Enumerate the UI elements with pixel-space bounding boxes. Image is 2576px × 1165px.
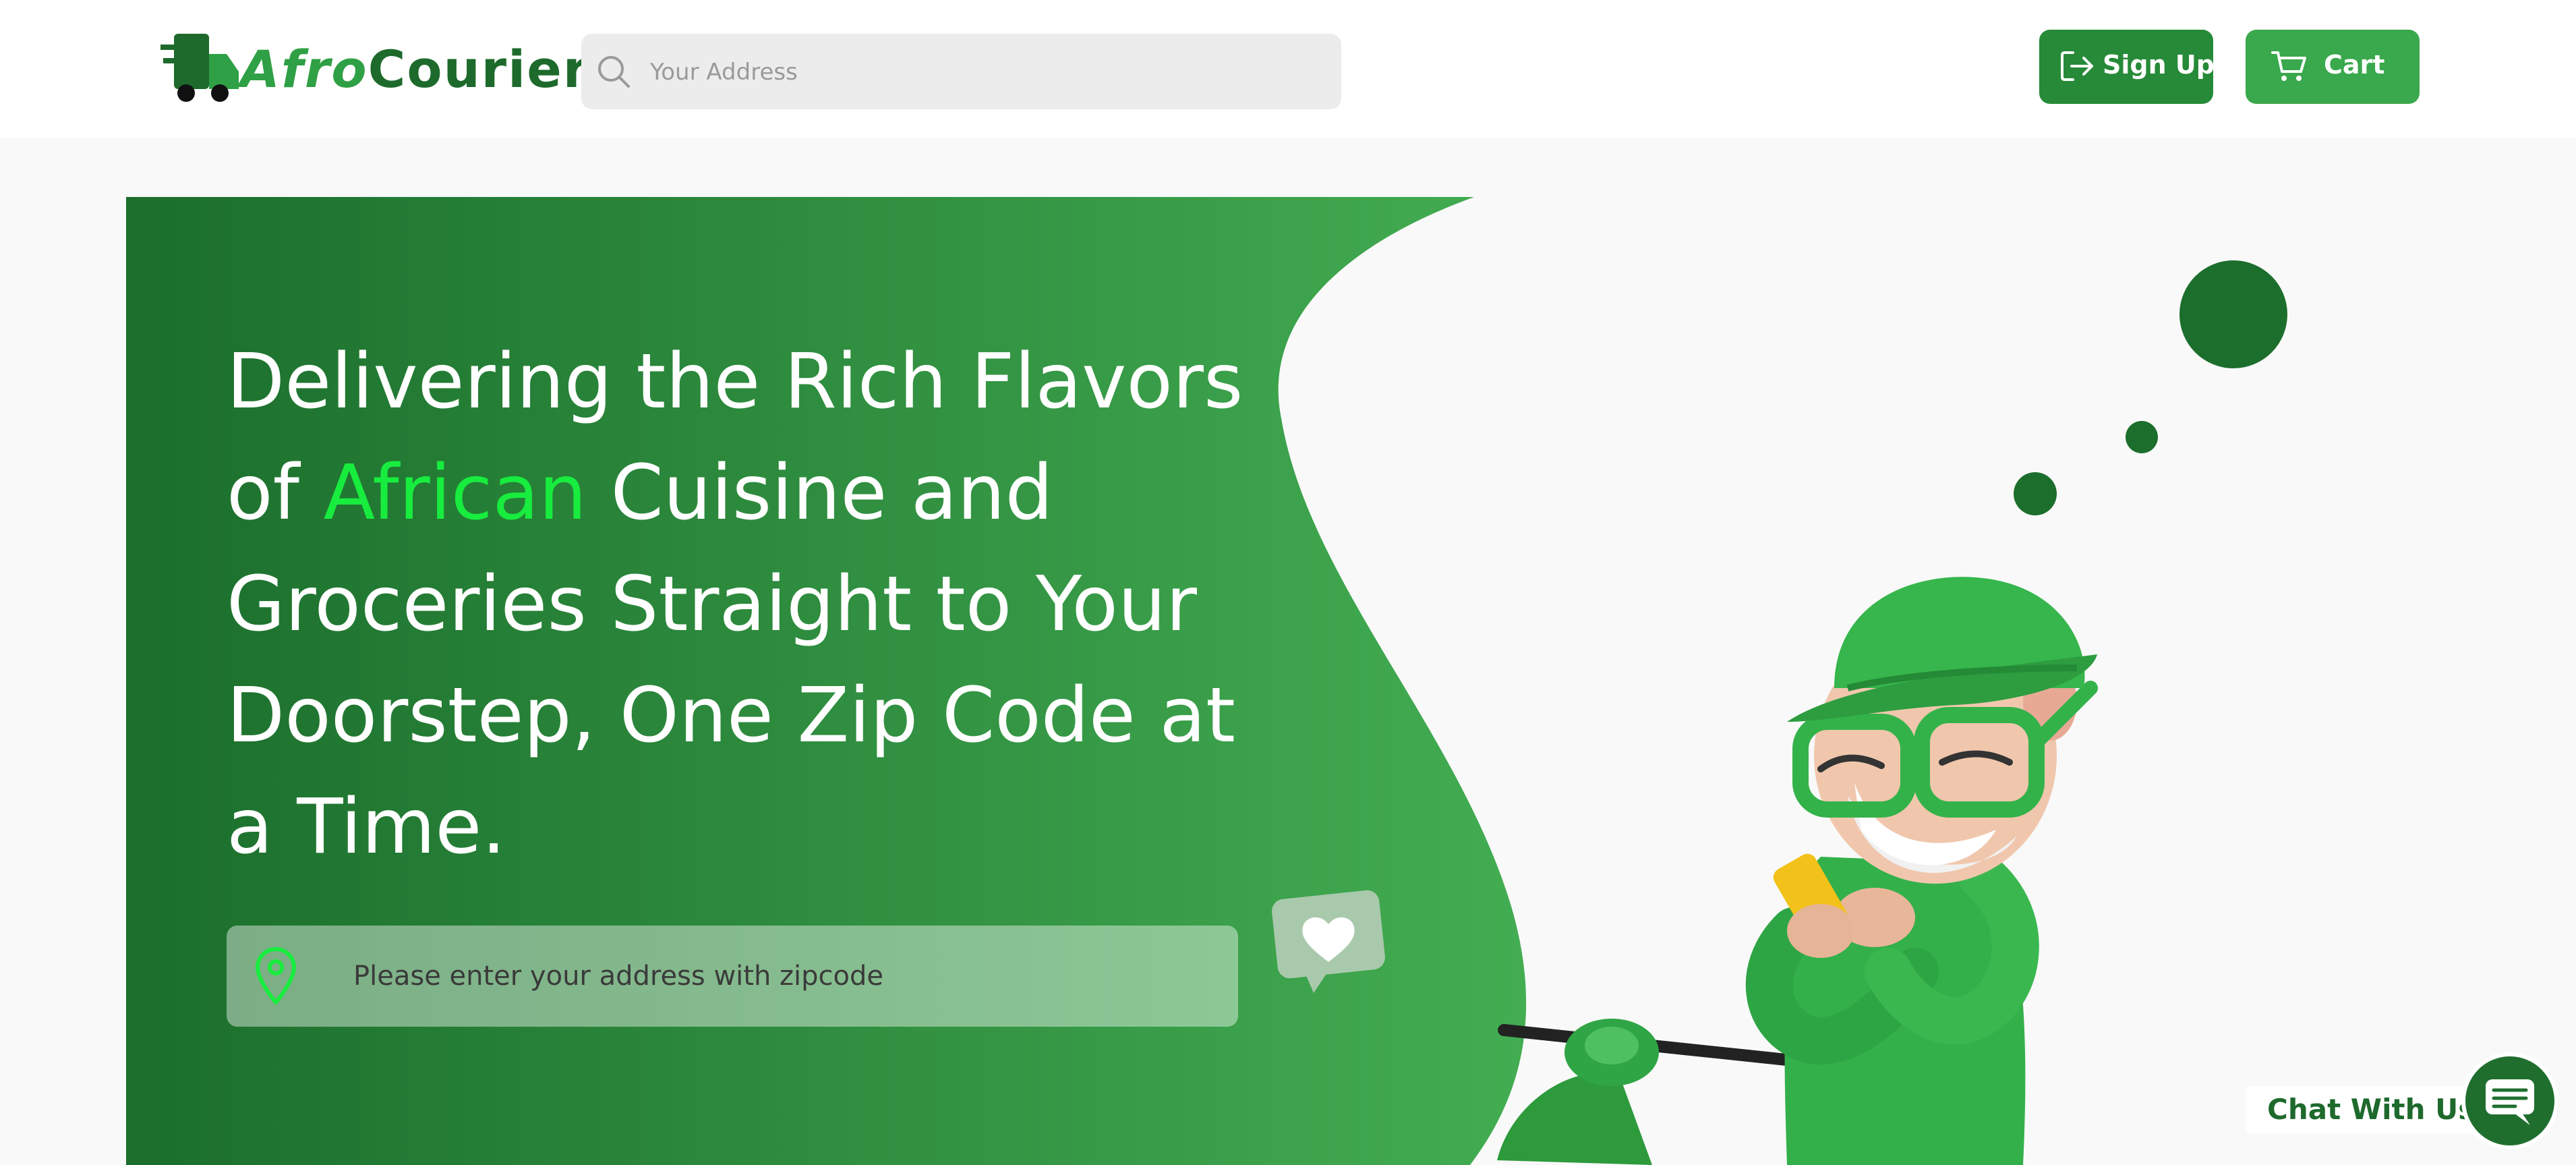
location-pin-icon xyxy=(256,947,296,1004)
heart-chat-bubble-icon xyxy=(1272,890,1385,993)
decor-bubble-small xyxy=(2126,421,2158,453)
decor-bubble-medium xyxy=(2014,472,2057,515)
hero-headline-highlight: African xyxy=(323,449,587,537)
delivery-courier-illustration xyxy=(1497,577,2098,1165)
chat-bubble-icon xyxy=(2486,1079,2534,1125)
decor-bubble-large xyxy=(2179,260,2287,368)
chat-open-button[interactable] xyxy=(2461,1052,2558,1149)
zipcode-address-input[interactable] xyxy=(352,955,1204,997)
chat-with-us-label[interactable]: Chat With Us xyxy=(2246,1086,2497,1133)
hero-headline: Delivering the Rich Flavors of African C… xyxy=(227,326,1265,883)
zipcode-address-box xyxy=(227,926,1238,1027)
